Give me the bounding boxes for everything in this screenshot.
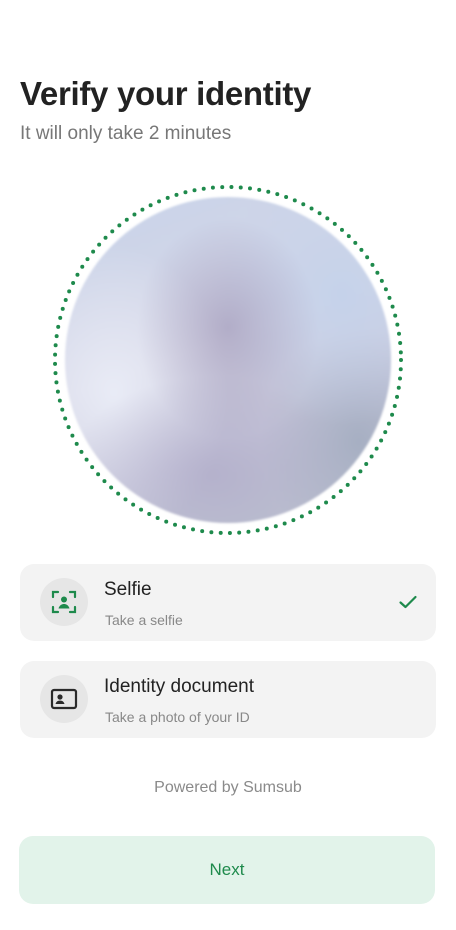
page-title: Verify your identity (20, 75, 312, 112)
selfie-photo (65, 197, 391, 523)
step-subtitle: Take a selfie (105, 612, 183, 628)
face-scan-icon (40, 578, 88, 626)
step-title: Identity document (104, 676, 254, 697)
step-title: Selfie (104, 579, 152, 600)
selfie-preview (52, 184, 404, 536)
id-card-icon (40, 675, 88, 723)
step-subtitle: Take a photo of your ID (105, 709, 250, 725)
page-subtitle: It will only take 2 minutes (20, 123, 232, 144)
step-card-identity-document[interactable]: Identity document Take a photo of your I… (20, 661, 436, 738)
check-icon (399, 595, 417, 609)
powered-by-label: Powered by Sumsub (154, 779, 302, 796)
next-button[interactable]: Next (19, 836, 435, 904)
step-card-selfie[interactable]: Selfie Take a selfie (20, 564, 436, 641)
verification-screen: Verify your identity It will only take 2… (0, 0, 456, 930)
